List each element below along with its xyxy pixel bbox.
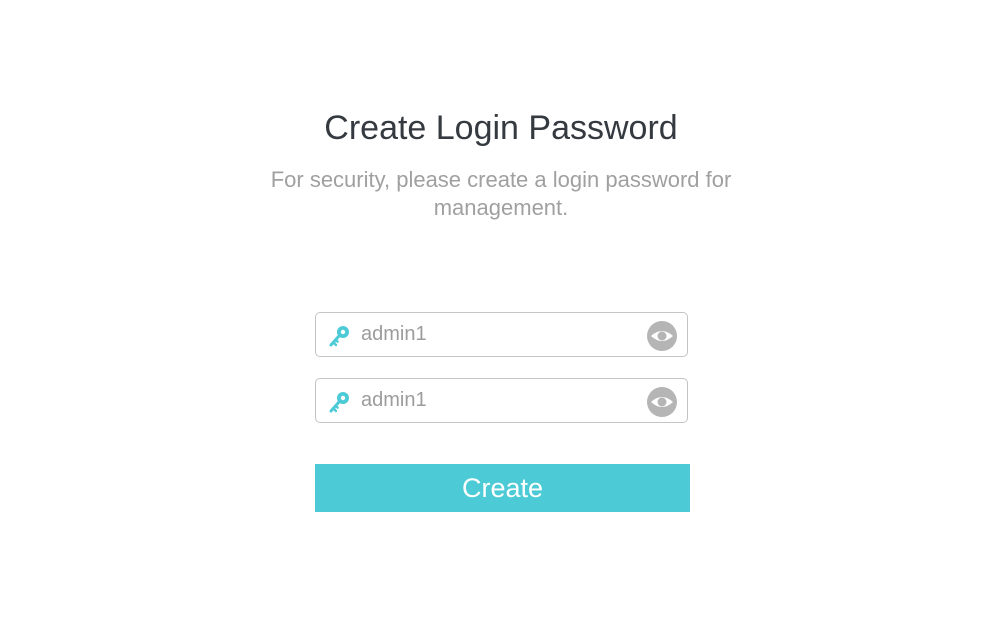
eye-icon[interactable] xyxy=(647,321,677,351)
key-icon xyxy=(328,390,352,414)
eye-icon[interactable] xyxy=(647,387,677,417)
create-button[interactable]: Create xyxy=(315,464,690,512)
confirm-password-input[interactable] xyxy=(361,379,631,422)
confirm-password-field[interactable] xyxy=(315,378,688,423)
create-password-page: Create Login Password For security, plea… xyxy=(0,0,1002,624)
key-icon xyxy=(328,324,352,348)
password-input[interactable] xyxy=(361,313,631,356)
page-subtitle: For security, please create a login pass… xyxy=(270,167,732,220)
password-field[interactable] xyxy=(315,312,688,357)
page-title: Create Login Password xyxy=(324,109,678,147)
